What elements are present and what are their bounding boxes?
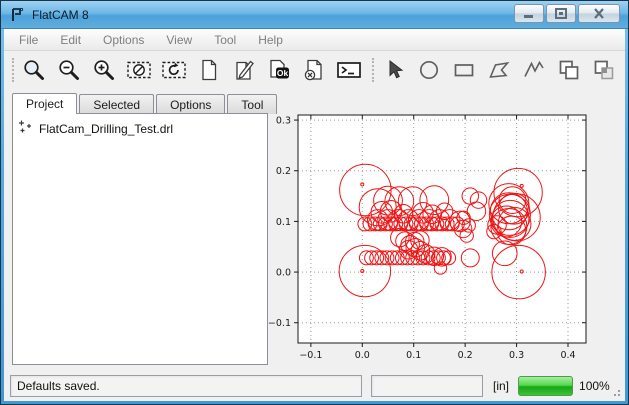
- toolbar-drag-handle[interactable]: [12, 58, 14, 82]
- resize-grip[interactable]: [610, 386, 620, 396]
- zoom-fit-icon[interactable]: [20, 57, 47, 84]
- app-logo-icon: [8, 6, 26, 24]
- zoom-out-icon[interactable]: [55, 57, 82, 84]
- svg-text:0.0: 0.0: [355, 350, 370, 361]
- tree-item-drill-file[interactable]: FlatCam_Drilling_Test.drl: [17, 119, 263, 138]
- replot-icon[interactable]: [160, 57, 187, 84]
- menu-bar: File Edit Options View Tool Help: [4, 29, 625, 51]
- edit-file-icon[interactable]: [230, 57, 257, 84]
- zoom-in-icon[interactable]: [90, 57, 117, 84]
- title-bar[interactable]: FlatCAM 8: [1, 1, 628, 29]
- menu-tool[interactable]: Tool: [203, 30, 247, 50]
- plot-svg: −0.1 0.0 0.1 0.2 0.3 0.4 −0.1 0.0 0.1 0.2 0.3: [262, 98, 615, 366]
- svg-text:Ok: Ok: [276, 68, 288, 78]
- toolbar-drag-handle-2[interactable]: [372, 58, 374, 82]
- union-icon[interactable]: [555, 57, 582, 84]
- toolbar: Ok: [4, 51, 625, 89]
- intersection-icon[interactable]: [590, 57, 617, 84]
- app-window: FlatCAM 8 File Edit Options View Tool He…: [0, 0, 629, 405]
- select-icon[interactable]: [380, 57, 407, 84]
- tree-item-label: FlatCam_Drilling_Test.drl: [39, 122, 173, 136]
- svg-text:0.4: 0.4: [560, 350, 575, 361]
- tab-selected[interactable]: Selected: [79, 94, 154, 114]
- main-area: Project Selected Options Tool: [4, 89, 625, 371]
- subtract-icon[interactable]: [625, 57, 629, 84]
- status-message: Defaults saved.: [10, 375, 362, 397]
- draw-circle-icon[interactable]: [415, 57, 442, 84]
- delete-object-icon[interactable]: [300, 57, 327, 84]
- draw-rectangle-icon[interactable]: [450, 57, 477, 84]
- tab-project[interactable]: Project: [12, 93, 77, 114]
- tab-options[interactable]: Options: [156, 94, 225, 114]
- window-content: File Edit Options View Tool Help: [4, 29, 625, 401]
- menu-view[interactable]: View: [155, 30, 203, 50]
- svg-text:0.1: 0.1: [276, 217, 291, 228]
- menu-edit[interactable]: Edit: [49, 30, 92, 50]
- draw-polygon-icon[interactable]: [485, 57, 512, 84]
- tab-bar: Project Selected Options Tool: [12, 93, 268, 114]
- left-column: Project Selected Options Tool: [12, 93, 268, 365]
- svg-text:0.0: 0.0: [276, 268, 291, 279]
- svg-text:−0.1: −0.1: [299, 350, 322, 361]
- status-bar: Defaults saved. [in] 100%: [4, 371, 625, 401]
- svg-text:0.3: 0.3: [509, 350, 524, 361]
- window-title: FlatCAM 8: [32, 8, 89, 22]
- svg-text:0.3: 0.3: [276, 116, 291, 127]
- plot-canvas[interactable]: −0.1 0.0 0.1 0.2 0.3 0.4 −0.1 0.0 0.1 0.2 0.3: [262, 89, 625, 371]
- close-button[interactable]: [578, 4, 620, 23]
- drill-marks-icon: [17, 119, 33, 138]
- minimize-button[interactable]: [514, 4, 544, 23]
- svg-text:−0.1: −0.1: [268, 318, 291, 329]
- maximize-button[interactable]: [546, 4, 576, 23]
- clear-plot-icon[interactable]: [125, 57, 152, 84]
- new-file-icon[interactable]: [195, 57, 222, 84]
- svg-text:0.2: 0.2: [276, 166, 291, 177]
- draw-path-icon[interactable]: [520, 57, 547, 84]
- shell-icon[interactable]: [335, 57, 362, 84]
- progress-percent-label: 100%: [579, 379, 610, 393]
- menu-file[interactable]: File: [8, 30, 49, 50]
- progress-bar: [518, 376, 573, 396]
- menu-help[interactable]: Help: [247, 30, 294, 50]
- units-indicator: [in]: [493, 379, 509, 393]
- svg-text:0.2: 0.2: [458, 350, 473, 361]
- svg-text:0.1: 0.1: [406, 350, 421, 361]
- menu-options[interactable]: Options: [92, 30, 155, 50]
- project-tree: FlatCam_Drilling_Test.drl: [12, 113, 268, 365]
- ok-file-icon[interactable]: Ok: [265, 57, 292, 84]
- status-secondary: [371, 375, 483, 397]
